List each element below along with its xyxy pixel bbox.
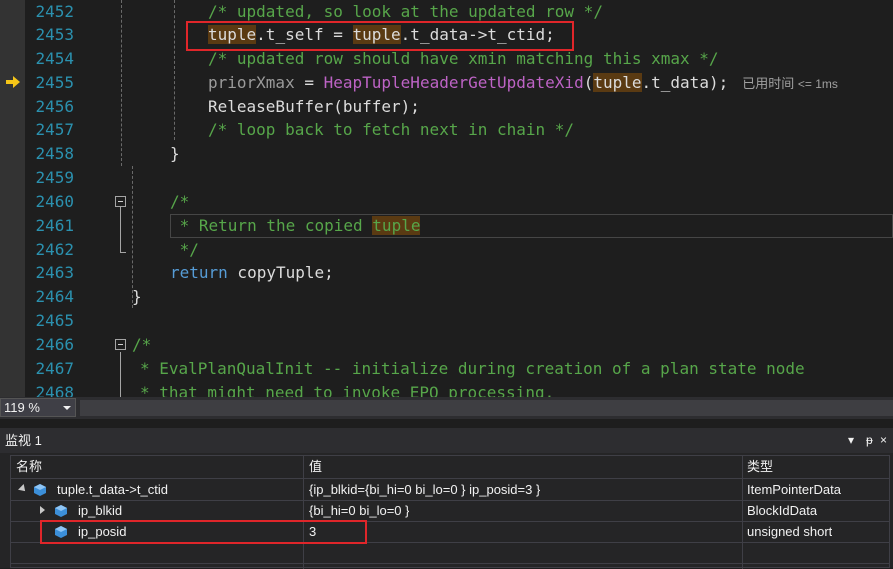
annotation-highlight-box [186, 21, 574, 51]
code-line[interactable]: 2463 return copyTuple; [0, 261, 893, 285]
watch-name: ip_blkid [78, 503, 123, 518]
line-number: 2452 [35, 2, 74, 21]
zoom-dropdown[interactable]: 119 % [0, 398, 76, 417]
watch-value[interactable]: {bi_hi=0 bi_lo=0 } [309, 500, 409, 521]
watch-type: BlockIdData [747, 503, 818, 518]
field-cube-icon [34, 484, 46, 496]
code-text: /* [132, 335, 152, 354]
code-text: /* [170, 192, 190, 211]
editor-status-bar: 119 % [0, 397, 893, 419]
line-number: 2456 [35, 97, 74, 116]
perf-tip[interactable]: 已用时间 <= 1ms [742, 76, 838, 91]
code-token: .t_data); [641, 73, 729, 92]
collapse-toggle-icon[interactable] [115, 339, 126, 350]
line-number: 2454 [35, 49, 74, 68]
watch-panel-titlebar: 监视 1 ▾ ᵽ × [0, 428, 893, 453]
annotation-highlight-box [40, 520, 367, 544]
zoom-value: 119 % [4, 400, 40, 415]
collapse-toggle-icon[interactable] [115, 196, 126, 207]
watch-panel-title: 监视 1 [5, 433, 42, 448]
watch-row[interactable]: ip_blkid {bi_hi=0 bi_lo=0 } BlockIdData [11, 500, 889, 522]
code-token: copyTuple; [227, 263, 334, 282]
code-line[interactable]: 2456 ReleaseBuffer(buffer); [0, 95, 893, 119]
chevron-down-icon [63, 406, 71, 410]
code-line[interactable]: 2462 */ [0, 238, 893, 262]
watch-grid[interactable]: 名称 值 类型 tuple.t_data->t_ctid {ip_blkid={… [10, 455, 890, 569]
collapsed-arrow-icon[interactable] [40, 506, 45, 514]
code-text: */ [170, 240, 199, 259]
code-token: priorXmax [208, 73, 295, 92]
code-text: /* loop back to fetch next in chain */ [208, 120, 575, 139]
perf-tip-label: 已用时间 [742, 76, 795, 91]
code-text: } [170, 144, 180, 163]
line-number: 2466 [35, 335, 74, 354]
code-line[interactable]: 2458 } [0, 142, 893, 166]
line-number: 2461 [35, 216, 74, 235]
code-token: ( [583, 73, 594, 92]
code-line[interactable]: 2464 } [0, 285, 893, 309]
code-text: * EvalPlanQualInit -- initialize during … [140, 359, 805, 378]
line-number: 2468 [35, 383, 74, 397]
macro-token: HeapTupleHeaderGetUpdateXid [323, 73, 584, 92]
code-line[interactable]: 2461 * Return the copied tuple [0, 214, 893, 238]
code-line[interactable]: 2459 [0, 166, 893, 190]
watch-name: tuple.t_data->t_ctid [57, 482, 168, 497]
code-text: } [132, 287, 142, 306]
line-number: 2464 [35, 287, 74, 306]
pin-icon[interactable]: ᵽ [866, 428, 873, 453]
watch-grid-header: 名称 值 类型 [11, 456, 889, 479]
highlighted-token: tuple [593, 73, 642, 92]
code-line[interactable]: 2457 /* loop back to fetch next in chain… [0, 118, 893, 142]
expanded-arrow-icon[interactable] [18, 484, 28, 494]
code-text: return copyTuple; [170, 261, 334, 285]
watch-value[interactable]: {ip_blkid={bi_hi=0 bi_lo=0 } ip_posid=3 … [309, 479, 540, 500]
line-number: 2460 [35, 192, 74, 211]
keyword-token: return [170, 263, 228, 282]
line-number: 2463 [35, 263, 74, 282]
code-line[interactable]: 2465 [0, 309, 893, 333]
code-text: priorXmax = HeapTupleHeaderGetUpdateXid(… [208, 71, 838, 96]
code-token: * Return the copied [170, 216, 373, 235]
highlighted-token: tuple [372, 216, 421, 235]
line-number: 2459 [35, 168, 74, 187]
line-number: 2458 [35, 144, 74, 163]
code-line[interactable]: 2467 * EvalPlanQualInit -- initialize du… [0, 357, 893, 381]
perf-tip-value: <= 1ms [797, 77, 838, 91]
code-text: ReleaseBuffer(buffer); [208, 97, 420, 116]
line-number: 2465 [35, 311, 74, 330]
code-editor[interactable]: 2452 /* updated, so look at the updated … [0, 0, 893, 397]
column-header-name[interactable]: 名称 [16, 456, 42, 478]
window-menu-icon[interactable]: ▾ [848, 428, 854, 453]
line-number: 2462 [35, 240, 74, 259]
line-number: 2467 [35, 359, 74, 378]
code-line[interactable]: 2460 /* [0, 190, 893, 214]
code-line[interactable]: 2468 * that might need to invoke EPQ pro… [0, 381, 893, 397]
field-cube-icon [55, 505, 67, 517]
line-number: 2455 [35, 73, 74, 92]
horizontal-scrollbar[interactable] [80, 400, 893, 416]
close-icon[interactable]: × [880, 428, 887, 453]
code-token: = [294, 73, 324, 92]
code-line[interactable]: 2466 /* [0, 333, 893, 357]
line-number: 2453 [35, 25, 74, 44]
watch-row[interactable]: tuple.t_data->t_ctid {ip_blkid={bi_hi=0 … [11, 479, 889, 501]
watch-panel: 监视 1 ▾ ᵽ × 名称 值 类型 tuple.t_data->t_ctid … [0, 428, 893, 569]
watch-row-empty[interactable] [11, 542, 889, 564]
watch-type: ItemPointerData [747, 482, 841, 497]
code-text: * Return the copied tuple [170, 214, 421, 238]
column-header-type[interactable]: 类型 [747, 456, 773, 478]
code-text: * that might need to invoke EPQ processi… [140, 383, 555, 397]
line-number: 2457 [35, 120, 74, 139]
code-line[interactable]: 2455 priorXmax = HeapTupleHeaderGetUpdat… [0, 71, 893, 95]
watch-type: unsigned short [747, 524, 833, 539]
column-header-value[interactable]: 值 [309, 456, 322, 478]
